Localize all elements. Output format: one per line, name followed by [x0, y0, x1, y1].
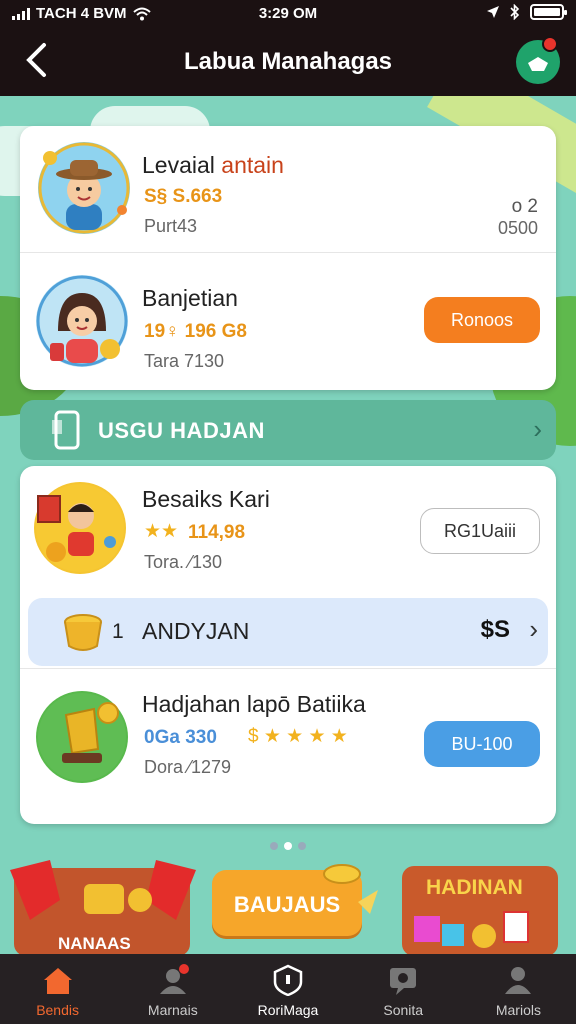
player-name: Hadjahan lapō Batiika	[142, 691, 366, 717]
tab-bar: Bendis Marnais RoriMaga Sonita Mariols	[0, 954, 576, 1024]
chat-icon	[390, 968, 417, 995]
ribbon-icon	[10, 860, 196, 920]
action-button[interactable]: BU-100	[424, 721, 540, 767]
tab-label: Sonita	[383, 1002, 424, 1018]
phone-icon	[52, 410, 80, 450]
section-banner[interactable]: USGU HADJAN ›	[20, 400, 556, 460]
promo-left[interactable]: NANAAS	[10, 860, 196, 956]
home-icon	[43, 968, 72, 994]
status-bar: TACH 4 BVM 3:29 OM	[0, 0, 576, 28]
pin-icon	[528, 57, 548, 71]
player-name-second: antain	[221, 152, 284, 178]
player-score: 19♀ 196 G8	[144, 321, 247, 342]
promo-right[interactable]: HADINAN	[402, 866, 558, 956]
leaderboard-card-top: Levaial antain S§ S.663 Purt43 o 2 0500 …	[20, 126, 556, 390]
rank-bottom: 0500	[497, 218, 538, 238]
nav-bar: Labua Manahagas	[0, 28, 576, 96]
player-score: S§ S.663	[144, 186, 223, 207]
coin-bucket-icon	[64, 614, 102, 651]
player-score: 114,98	[188, 522, 246, 543]
user-icon	[505, 967, 532, 994]
banner-label: USGU HADJAN	[98, 418, 265, 443]
boy-avatar-icon	[36, 484, 124, 572]
coin-icon	[323, 864, 378, 914]
list-item[interactable]: Banjetian 19♀ 196 G8 Tara 7130 Ronoos	[20, 252, 556, 390]
row-value: $S	[480, 616, 510, 643]
page-dot	[270, 842, 278, 850]
girl-avatar-icon	[36, 275, 128, 367]
tab-label: Mariols	[495, 1002, 541, 1018]
avatar	[38, 142, 130, 234]
star-rating: ★★	[144, 521, 179, 542]
tab-label: RoriMaga	[257, 1002, 319, 1018]
player-name-first: Levaial	[142, 152, 222, 178]
page-title: Labua Manahagas	[183, 48, 393, 75]
highlight-row[interactable]: 1 ANDYJAN $S ›	[28, 598, 548, 666]
star-rating: $ ★ ★ ★ ★	[248, 726, 348, 747]
player-name: Levaial antain	[142, 152, 284, 179]
list-item[interactable]: Besaiks Kari ★★ 114,98 Tora. ⁄130 RG1Uai…	[20, 466, 556, 598]
list-item[interactable]: Levaial antain S§ S.663 Purt43 o 2 0500	[20, 126, 556, 252]
tab-label: Bendis	[36, 1002, 79, 1018]
tab-home[interactable]: Bendis	[0, 954, 115, 1024]
tab-shield[interactable]: RoriMaga	[230, 954, 345, 1024]
chevron-right-icon: ›	[533, 414, 542, 444]
tab-user[interactable]: Mariols	[461, 954, 576, 1024]
row-index: 1	[112, 620, 124, 643]
avatar	[36, 275, 128, 367]
player-name: Besaiks Kari	[142, 486, 270, 512]
action-button[interactable]: RG1Uaiii	[420, 508, 540, 554]
tab-profile-badge[interactable]: Marnais	[115, 954, 230, 1024]
chevron-right-icon: ›	[529, 614, 538, 644]
player-name: Banjetian	[142, 285, 238, 311]
location-arrow-icon	[487, 6, 499, 18]
status-right	[486, 4, 567, 20]
player-subtitle: Tara 7130	[144, 351, 225, 371]
page-indicator	[0, 842, 576, 850]
list-item[interactable]: Hadjahan lapō Batiika 0Ga 330 $ ★ ★ ★ ★ …	[20, 668, 556, 824]
player-score: 0Ga 330	[144, 727, 217, 748]
trophy-icon	[38, 693, 126, 781]
page-dot-active	[284, 842, 292, 850]
bluetooth-icon	[510, 4, 520, 20]
notification-dot	[542, 36, 558, 52]
profile-badge-icon	[159, 964, 189, 994]
action-button[interactable]: Ronoos	[424, 297, 540, 343]
avatar	[36, 691, 128, 783]
player-subtitle: Tora. ⁄130	[144, 552, 223, 572]
promo-left-text: NANAAS	[58, 934, 131, 953]
gifts-icon	[414, 911, 529, 948]
row-label: ANDYJAN	[142, 618, 250, 644]
shield-icon	[273, 964, 303, 996]
avatar	[34, 482, 126, 574]
rank-top: o 2	[511, 196, 538, 217]
page-dot	[298, 842, 306, 850]
tab-chat[interactable]: Sonita	[346, 954, 461, 1024]
battery-icon	[530, 4, 567, 20]
player-subtitle: Dora ⁄1279	[144, 757, 232, 777]
promo-right-text: HADINAN	[426, 876, 523, 899]
tab-label: Marnais	[147, 1002, 198, 1018]
player-subtitle: Purt43	[144, 216, 198, 236]
cowboy-avatar-icon	[38, 142, 130, 234]
